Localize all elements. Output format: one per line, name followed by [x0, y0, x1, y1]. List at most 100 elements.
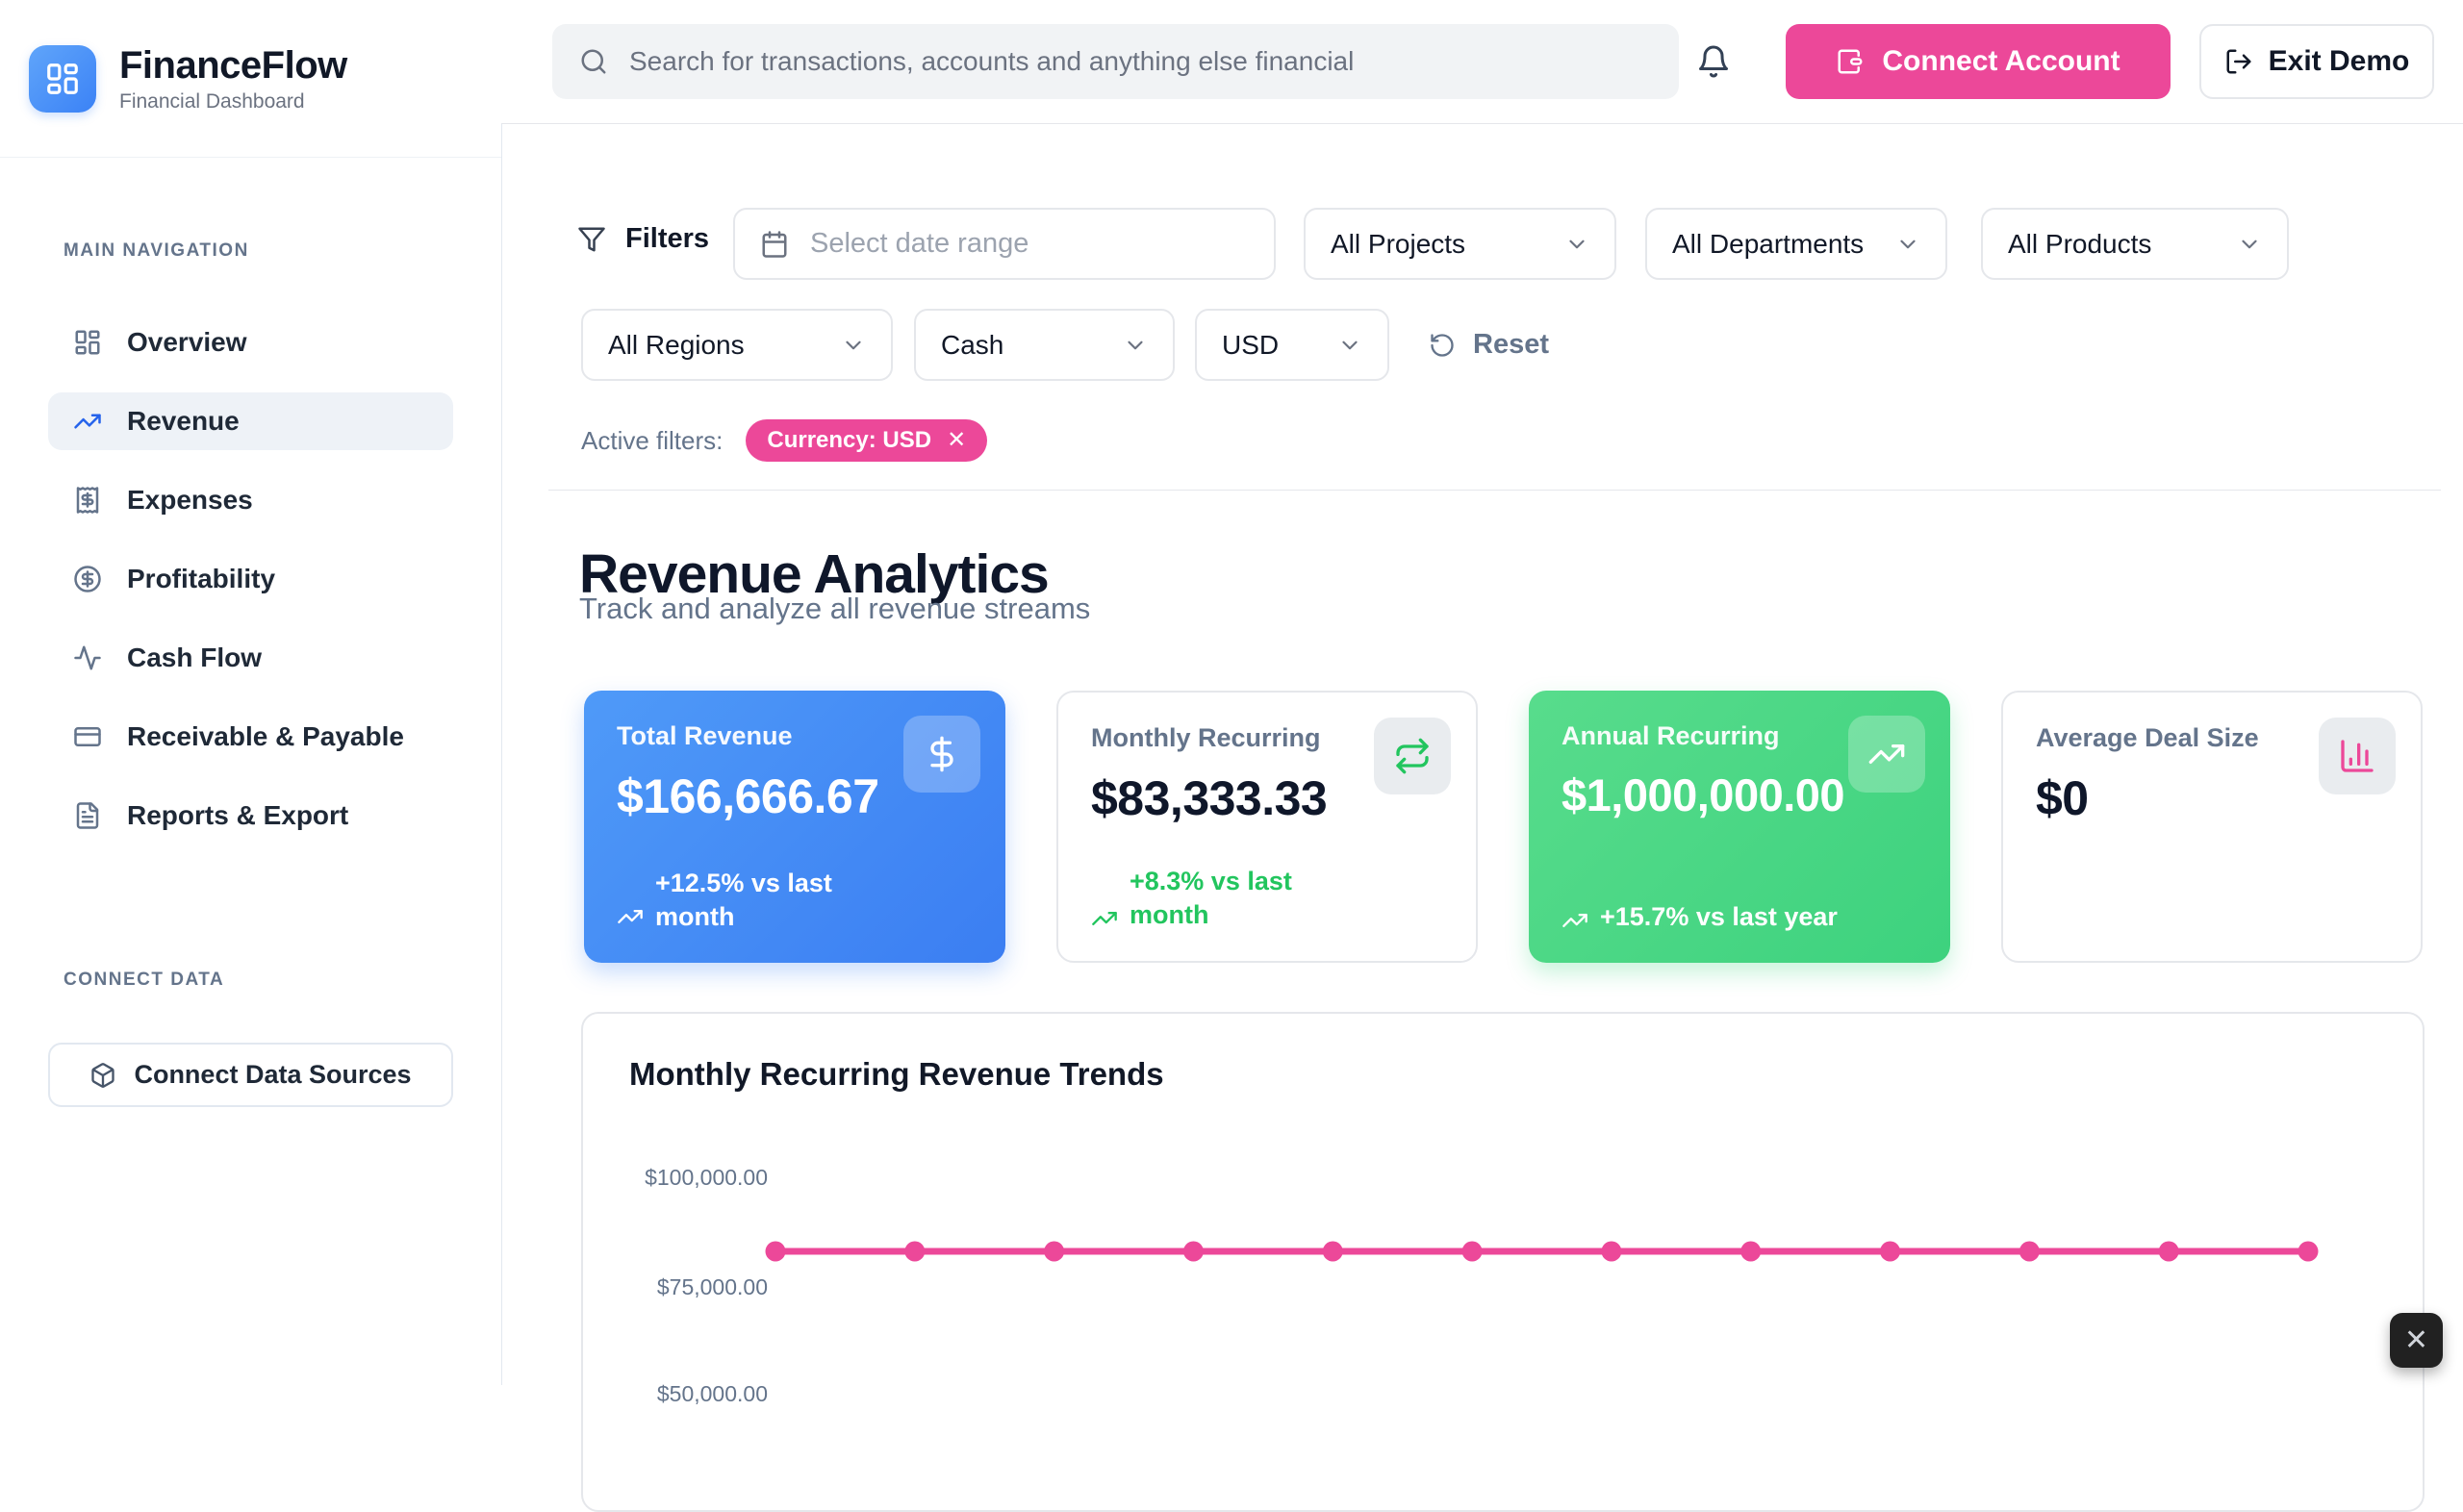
- departments-dropdown[interactable]: All Departments: [1645, 208, 1947, 280]
- sidebar-item-label: Cash Flow: [127, 643, 262, 673]
- chevron-down-icon: [1895, 232, 1920, 257]
- activity-icon: [73, 643, 102, 672]
- metric-delta-text: +8.3% vs last month: [1130, 865, 1332, 932]
- date-range-input[interactable]: [808, 227, 1249, 261]
- sidebar-item-label: Receivable & Payable: [127, 721, 404, 752]
- dollar-circle-icon: [73, 565, 102, 593]
- sidebar-item-reports-export[interactable]: Reports & Export: [48, 787, 453, 844]
- main-navigation: Overview Revenue Expenses Profitability …: [48, 314, 453, 866]
- reset-filters-button[interactable]: Reset: [1423, 309, 1555, 381]
- search-icon: [579, 47, 608, 76]
- currency-filter-chip[interactable]: Currency: USD ✕: [746, 419, 987, 462]
- active-filters-row: Active filters: Currency: USD ✕: [581, 419, 987, 462]
- metric-cards-row: Total Revenue $166,666.67 +12.5% vs last…: [584, 691, 2423, 963]
- metric-delta-text: +12.5% vs last month: [655, 867, 857, 934]
- sidebar-item-overview[interactable]: Overview: [48, 314, 453, 371]
- connect-account-button[interactable]: Connect Account: [1786, 24, 2171, 99]
- regions-dropdown[interactable]: All Regions: [581, 309, 893, 381]
- search-input[interactable]: [627, 45, 1652, 78]
- projects-dropdown-value: All Projects: [1331, 229, 1465, 260]
- sidebar-item-label: Profitability: [127, 564, 275, 594]
- calendar-icon: [760, 230, 789, 259]
- mrr-trends-chart-card: Monthly Recurring Revenue Trends $100,00…: [581, 1012, 2425, 1512]
- currency-dropdown[interactable]: USD: [1195, 309, 1389, 381]
- section-divider: [548, 490, 2441, 491]
- sidebar: FinanceFlow Financial Dashboard MAIN NAV…: [0, 0, 502, 1385]
- wallet-icon: [1836, 47, 1865, 76]
- page-subtitle: Track and analyze all revenue streams: [579, 592, 1090, 626]
- filter-funnel-icon: [577, 225, 606, 254]
- trending-up-icon: [1562, 907, 1588, 934]
- sidebar-item-cash-flow[interactable]: Cash Flow: [48, 629, 453, 687]
- active-filters-label: Active filters:: [581, 426, 723, 456]
- projects-dropdown[interactable]: All Projects: [1304, 208, 1616, 280]
- metric-card-monthly-recurring: Monthly Recurring $83,333.33 +8.3% vs la…: [1056, 691, 1478, 963]
- repeat-icon: [1374, 718, 1451, 794]
- sidebar-item-label: Expenses: [127, 485, 253, 516]
- metric-card-average-deal-size: Average Deal Size $0: [2001, 691, 2423, 963]
- sidebar-item-label: Revenue: [127, 406, 240, 437]
- regions-dropdown-value: All Regions: [608, 330, 745, 361]
- exit-demo-button[interactable]: Exit Demo: [2199, 24, 2434, 99]
- chevron-down-icon: [841, 333, 866, 358]
- trending-up-icon: [617, 903, 644, 930]
- app-subtitle: Financial Dashboard: [119, 90, 347, 113]
- currency-dropdown-value: USD: [1222, 330, 1279, 361]
- app-logo: [29, 45, 96, 113]
- metric-delta: +8.3% vs last month: [1091, 865, 1332, 932]
- mrr-line-chart: [583, 1014, 2426, 1510]
- app-identity: FinanceFlow Financial Dashboard: [119, 44, 347, 113]
- sidebar-item-revenue[interactable]: Revenue: [48, 392, 453, 450]
- reset-label: Reset: [1473, 329, 1549, 361]
- connect-data-sources-button[interactable]: Connect Data Sources: [48, 1043, 453, 1107]
- metric-delta-text: +15.7% vs last year: [1600, 900, 1838, 934]
- trending-up-icon: [73, 407, 102, 436]
- metric-delta: +15.7% vs last year: [1562, 900, 1838, 934]
- top-header: Connect Account Exit Demo: [501, 0, 2463, 124]
- receipt-icon: [73, 486, 102, 515]
- global-search[interactable]: [552, 24, 1679, 99]
- chevron-down-icon: [1564, 232, 1589, 257]
- dollar-icon: [903, 716, 980, 793]
- chevron-down-icon: [1337, 333, 1362, 358]
- sidebar-item-label: Overview: [127, 327, 247, 358]
- sidebar-item-receivable-payable[interactable]: Receivable & Payable: [48, 708, 453, 766]
- departments-dropdown-value: All Departments: [1672, 229, 1864, 260]
- connect-account-label: Connect Account: [1882, 45, 2120, 78]
- nav-section-label: MAIN NAVIGATION: [63, 240, 249, 262]
- trending-up-icon: [1848, 716, 1925, 793]
- connect-data-section-label: CONNECT DATA: [63, 970, 224, 991]
- exit-demo-label: Exit Demo: [2269, 45, 2410, 78]
- payment-method-dropdown-value: Cash: [941, 330, 1003, 361]
- chevron-down-icon: [2237, 232, 2262, 257]
- sidebar-item-profitability[interactable]: Profitability: [48, 550, 453, 608]
- credit-card-icon: [73, 722, 102, 751]
- products-dropdown-value: All Products: [2008, 229, 2151, 260]
- file-text-icon: [73, 801, 102, 830]
- payment-method-dropdown[interactable]: Cash: [914, 309, 1175, 381]
- metric-card-annual-recurring: Annual Recurring $1,000,000.00 +15.7% vs…: [1529, 691, 1950, 963]
- package-icon: [89, 1062, 116, 1089]
- bar-chart-icon: [2319, 718, 2396, 794]
- chip-close-icon[interactable]: ✕: [947, 429, 966, 452]
- notifications-bell-icon[interactable]: [1687, 35, 1740, 88]
- metric-delta: +12.5% vs last month: [617, 867, 857, 934]
- currency-filter-chip-label: Currency: USD: [767, 427, 931, 454]
- sidebar-item-expenses[interactable]: Expenses: [48, 471, 453, 529]
- rotate-ccw-icon: [1429, 332, 1456, 359]
- connect-data-sources-label: Connect Data Sources: [134, 1060, 411, 1090]
- dashboard-grid-icon: [73, 328, 102, 357]
- trending-up-icon: [1091, 905, 1118, 932]
- date-range-picker[interactable]: [733, 208, 1276, 280]
- log-out-icon: [2224, 47, 2253, 76]
- filters-title: Filters: [577, 223, 709, 255]
- chevron-down-icon: [1123, 333, 1148, 358]
- products-dropdown[interactable]: All Products: [1981, 208, 2289, 280]
- metric-card-total-revenue: Total Revenue $166,666.67 +12.5% vs last…: [584, 691, 1005, 963]
- filters-label: Filters: [625, 223, 709, 255]
- close-icon: ✕: [2404, 1323, 2428, 1357]
- sidebar-header: FinanceFlow Financial Dashboard: [0, 0, 501, 158]
- dashboard-grid-icon: [44, 61, 81, 97]
- sidebar-item-label: Reports & Export: [127, 800, 348, 831]
- overlay-close-button[interactable]: ✕: [2390, 1313, 2443, 1368]
